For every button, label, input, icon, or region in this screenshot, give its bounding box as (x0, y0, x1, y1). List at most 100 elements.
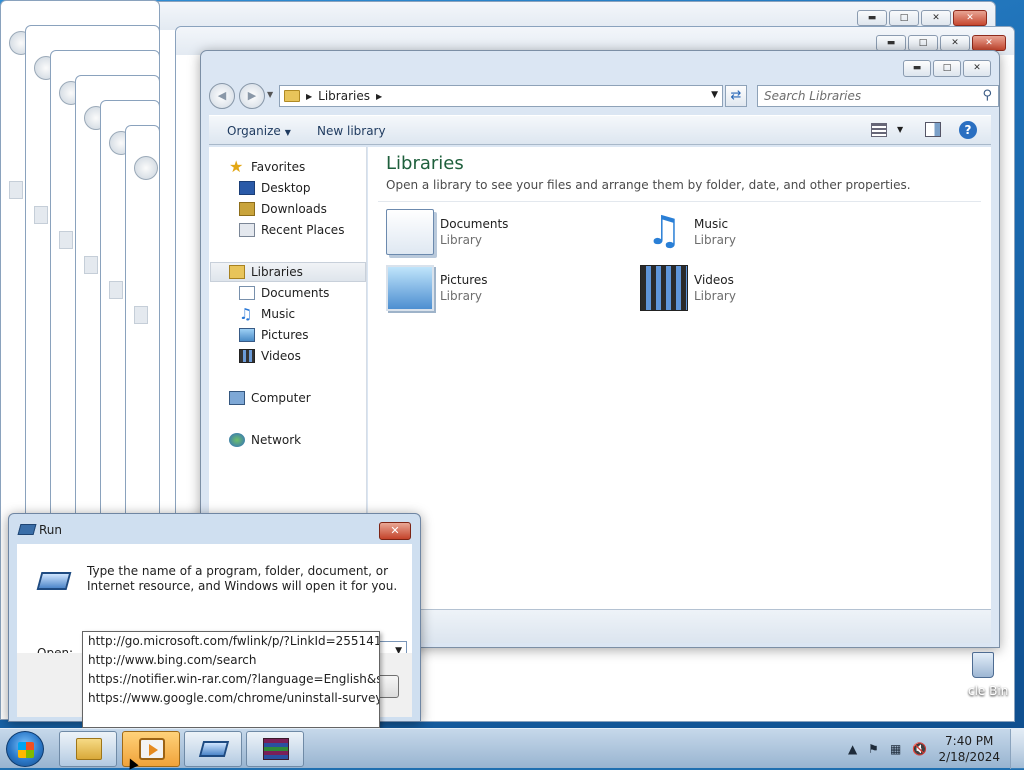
pictures-icon (239, 328, 255, 342)
caption-buttons: ▬ □ ✕ (903, 60, 991, 77)
close-button[interactable]: ✕ (972, 35, 1006, 51)
show-hidden-icons-icon[interactable]: ▲ (848, 742, 857, 756)
taskbar-button-winrar[interactable] (246, 731, 304, 767)
library-tile-documents[interactable]: Documents Library (386, 209, 606, 261)
music-icon: ♫ (239, 305, 253, 323)
change-view-icon[interactable] (871, 123, 887, 137)
sidebar-item-label: Desktop (261, 181, 311, 195)
view-options-dropdown-icon[interactable]: ▼ (897, 125, 903, 134)
breadcrumb-arrow-icon[interactable]: ▶ (376, 92, 382, 101)
taskbar-button-run[interactable] (184, 731, 242, 767)
show-desktop-button[interactable] (1010, 729, 1024, 769)
autocomplete-item[interactable]: http://www.bing.com/search (83, 651, 379, 670)
sidebar-item-network[interactable]: Network (229, 430, 301, 450)
forward-button[interactable]: ▶ (239, 83, 265, 109)
start-button[interactable] (6, 731, 44, 767)
title-bar[interactable]: ▬ □ ✕ (201, 51, 999, 81)
clock[interactable]: 7:40 PM 2/18/2024 (938, 733, 1000, 765)
library-type: Library (694, 233, 736, 247)
new-library-button[interactable]: New library (317, 124, 386, 138)
taskbar: ▲ ⚑ ▦ 🔇 7:40 PM 2/18/2024 (0, 728, 1024, 769)
pictures-library-icon (386, 265, 434, 311)
autocomplete-item[interactable]: https://notifier.win-rar.com/?language=E… (83, 670, 379, 689)
close-button[interactable]: ✕ (963, 60, 991, 77)
sidebar-item-libraries[interactable]: Libraries (210, 262, 366, 282)
library-tile-videos[interactable]: Videos Library (640, 265, 860, 317)
recent-pages-dropdown-icon[interactable]: ▼ (267, 90, 273, 99)
network-icon (229, 433, 245, 447)
window-edge (134, 306, 148, 324)
sidebar-item-recent-places[interactable]: Recent Places (239, 220, 344, 240)
recycle-bin-label: cle Bin (968, 684, 1009, 698)
clock-time: 7:40 PM (945, 734, 994, 748)
autocomplete-item[interactable]: https://www.google.com/chrome/uninstall-… (83, 689, 379, 708)
address-bar[interactable]: ▶ Libraries ▶ ▼ (279, 85, 723, 107)
search-icon[interactable]: ⚲ (982, 88, 992, 103)
library-name: Documents (440, 217, 509, 231)
autocomplete-item[interactable]: http://go.microsoft.com/fwlink/p/?LinkId… (83, 632, 379, 651)
sidebar-item-label: Computer (251, 391, 311, 405)
run-title-bar[interactable]: Run ✕ (9, 514, 420, 544)
action-center-flag-icon[interactable]: ⚑ (868, 742, 879, 756)
divider (378, 201, 981, 202)
sidebar-item-videos[interactable]: Videos (239, 346, 301, 366)
command-bar: Organize ▼ New library ▼ ? (209, 115, 991, 145)
close-button[interactable]: ✕ (921, 10, 951, 26)
run-description: Type the name of a program, folder, docu… (87, 564, 398, 593)
sidebar-item-downloads[interactable]: Downloads (239, 199, 327, 219)
search-input[interactable]: Search Libraries ⚲ (757, 85, 999, 107)
network-icon[interactable]: ▦ (890, 742, 901, 756)
minimize-button[interactable]: ▬ (876, 35, 906, 51)
sidebar-item-documents[interactable]: Documents (239, 283, 329, 303)
computer-icon (229, 391, 245, 405)
close-button[interactable]: ✕ (379, 522, 411, 540)
media-player-icon (139, 738, 165, 760)
taskbar-button-explorer[interactable] (59, 731, 117, 767)
star-icon: ★ (229, 157, 244, 176)
run-title: Run (39, 523, 63, 537)
libraries-folder-icon (284, 90, 300, 102)
organize-button[interactable]: Organize ▼ (227, 124, 291, 138)
winrar-icon (263, 738, 289, 760)
volume-muted-icon[interactable]: 🔇 (912, 742, 927, 756)
videos-icon (239, 349, 255, 363)
sidebar-item-label: Pictures (261, 328, 309, 342)
library-name: Music (694, 217, 729, 231)
sidebar-item-music[interactable]: ♫ Music (239, 304, 295, 324)
page-subtitle: Open a library to see your files and arr… (386, 178, 911, 192)
refresh-button[interactable]: ⇄ (725, 85, 747, 107)
minimize-button[interactable]: ▬ (903, 60, 931, 77)
window-edge (9, 181, 23, 199)
page-title: Libraries (386, 153, 464, 174)
preview-pane-icon[interactable] (925, 122, 941, 137)
library-name: Videos (694, 273, 734, 287)
search-placeholder: Search Libraries (764, 89, 862, 103)
sidebar-item-pictures[interactable]: Pictures (239, 325, 309, 345)
help-icon[interactable]: ? (959, 121, 977, 139)
sidebar-item-computer[interactable]: Computer (229, 388, 311, 408)
maximize-button[interactable]: □ (908, 35, 938, 51)
breadcrumb-arrow-icon[interactable]: ▶ (306, 92, 312, 101)
desktop-icon (239, 181, 255, 195)
back-button[interactable] (134, 156, 158, 180)
recycle-bin-desktop-icon[interactable]: cle Bin (968, 652, 1018, 702)
windows-logo-icon (18, 742, 34, 758)
notification-area: ▲ ⚑ ▦ 🔇 7:40 PM 2/18/2024 (834, 729, 1024, 769)
recent-places-icon (239, 223, 255, 237)
sidebar-item-desktop[interactable]: Desktop (239, 178, 311, 198)
sidebar-item-favorites[interactable]: ★ Favorites (229, 157, 305, 177)
maximize-button[interactable]: □ (933, 60, 961, 77)
library-tile-music[interactable]: ♫ Music Library (640, 209, 860, 261)
breadcrumb-libraries[interactable]: Libraries (318, 89, 370, 103)
address-dropdown-icon[interactable]: ▼ (711, 90, 718, 100)
back-button[interactable]: ◀ (209, 83, 235, 109)
autocomplete-list: http://go.microsoft.com/fwlink/p/?LinkId… (82, 631, 380, 728)
close-button[interactable]: ✕ (953, 10, 987, 26)
minimize-button[interactable]: ▬ (857, 10, 887, 26)
library-type: Library (440, 233, 482, 247)
maximize-button[interactable]: □ (889, 10, 919, 26)
close-button[interactable]: ✕ (940, 35, 970, 51)
library-type: Library (440, 289, 482, 303)
library-tile-pictures[interactable]: Pictures Library (386, 265, 606, 317)
window-edge (59, 231, 73, 249)
